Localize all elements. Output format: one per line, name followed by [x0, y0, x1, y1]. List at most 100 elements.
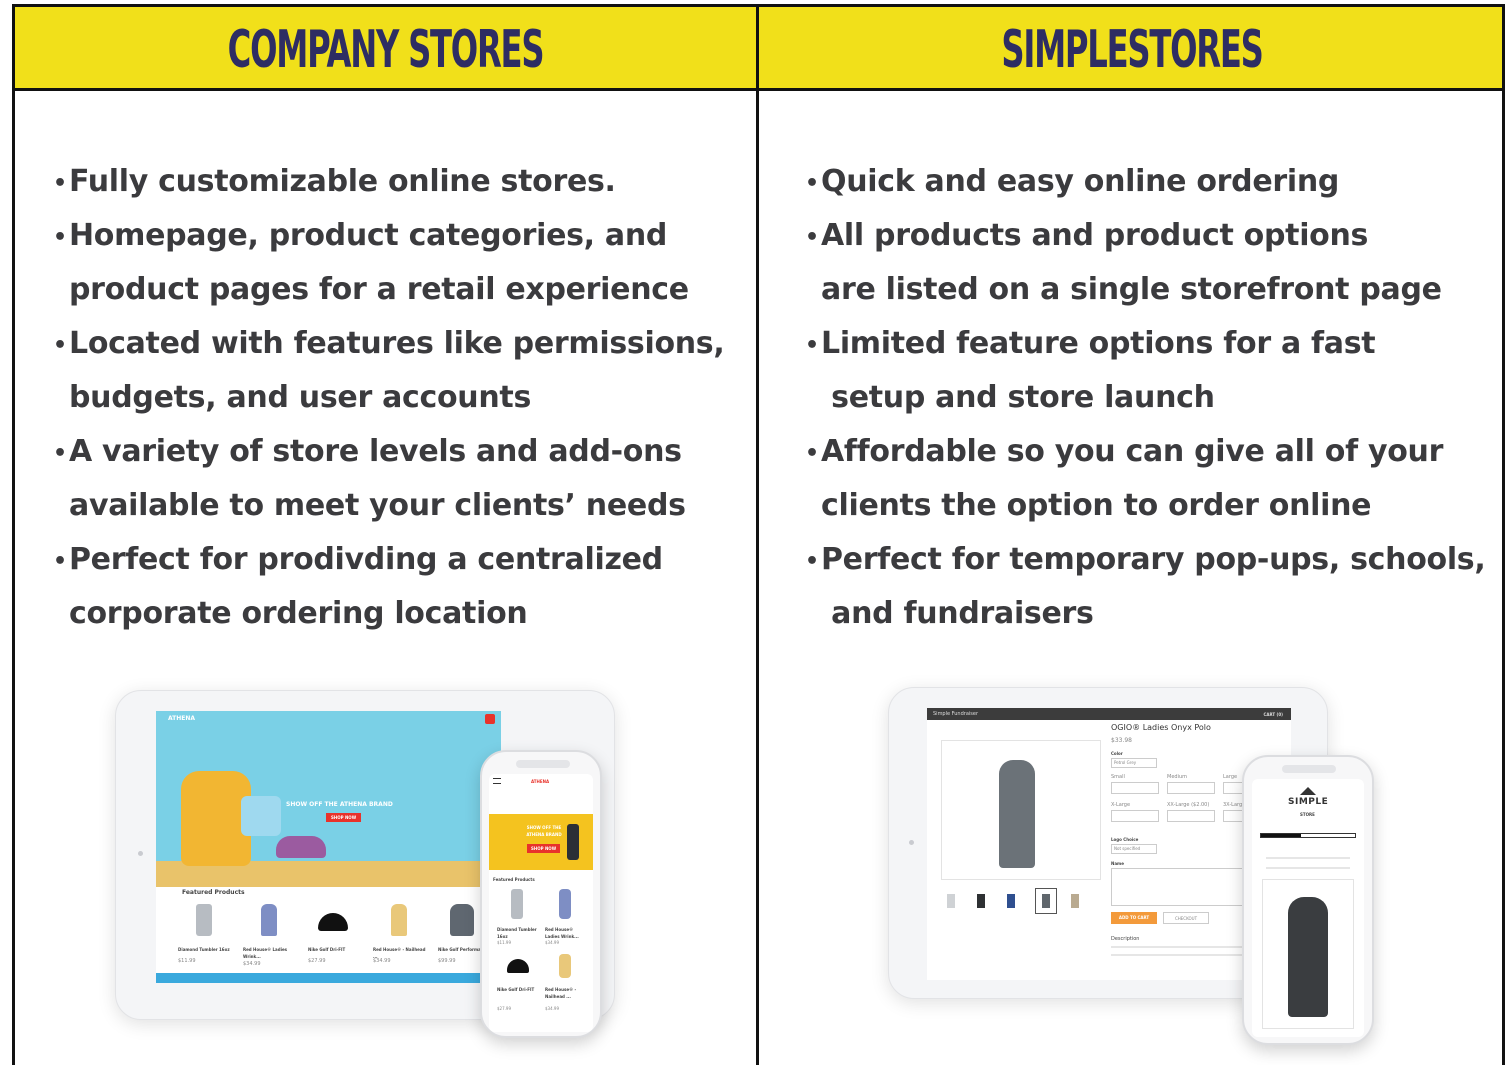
feature-item: • Affordable so you can give all of your	[805, 425, 1505, 479]
size-label: XX-Large ($2.00)	[1167, 802, 1210, 808]
shirt-image	[391, 904, 407, 936]
color-select[interactable]: Petrol Grey	[1111, 758, 1157, 768]
cap-image	[318, 913, 348, 931]
simplestores-title: SIMPLESTORES	[1001, 20, 1264, 80]
size-qty-input[interactable]	[1111, 810, 1159, 822]
simplestore-mockup: Simple Fundraiser CART (0) OGIO® Ladies …	[880, 685, 1400, 1060]
featured-products-label: Featured Products	[182, 889, 245, 896]
info-text-lines	[1266, 857, 1350, 869]
bullet-dot: •	[805, 333, 819, 358]
feature-item-continued: setup and store launch	[805, 371, 1505, 425]
store-nav-bar	[156, 711, 501, 727]
product-name: Red House® Ladies Wrink...	[243, 947, 288, 959]
feature-text: A variety of store levels and add-ons	[69, 434, 682, 469]
search-icon[interactable]	[485, 714, 495, 724]
thumbnail[interactable]	[977, 894, 985, 908]
size-label: Small	[1111, 774, 1125, 780]
feature-item-continued: available to meet your clients’ needs	[53, 479, 743, 533]
tablet-screen: ATHENA SHOW OFF THE ATHENA BRAND SHOP NO…	[156, 711, 501, 983]
thumbnail[interactable]	[1071, 894, 1079, 908]
phone-cap-image	[507, 959, 529, 973]
feature-item: • Quick and easy online ordering	[805, 155, 1505, 209]
size-qty-input[interactable]	[1167, 782, 1215, 794]
phone-notch	[1282, 765, 1336, 773]
cart-link[interactable]: CART (0)	[1264, 711, 1284, 718]
phone-featured-label: Featured Products	[493, 877, 535, 882]
feature-text: and fundraisers	[821, 596, 1094, 631]
size-qty-input[interactable]	[1111, 782, 1159, 794]
tumbler-image	[196, 904, 212, 936]
feature-item-continued: and fundraisers	[805, 587, 1505, 641]
thumbnail[interactable]	[1007, 894, 1015, 908]
feature-item-continued: product pages for a retail experience	[53, 263, 743, 317]
phone-product-name: Diamond Tumbler 16oz	[497, 927, 537, 939]
description-label: Description	[1111, 936, 1140, 942]
bullet-dot: •	[805, 225, 819, 250]
product-name: Nike Golf Performanc	[438, 947, 487, 952]
product-card[interactable]: Diamond Tumbler 16oz $11.99	[176, 901, 238, 971]
phone-shop-button[interactable]: SHOP NOW	[527, 844, 561, 853]
phone-device: SIMPLE STORE	[1242, 755, 1374, 1045]
phone-screen: SIMPLE STORE	[1252, 779, 1364, 1037]
feature-text: available to meet your clients’ needs	[69, 488, 686, 523]
phone-product-price: $34.99	[545, 940, 559, 945]
feature-item: • Located with features like permissions,	[53, 317, 743, 371]
feature-text: Affordable so you can give all of your	[821, 434, 1444, 469]
company-store-mockup: ATHENA SHOW OFF THE ATHENA BRAND SHOP NO…	[100, 690, 640, 1055]
bullet-dot: •	[805, 549, 819, 574]
feature-text: budgets, and user accounts	[69, 380, 532, 415]
feature-item: • Limited feature options for a fast	[805, 317, 1505, 371]
thumbnail[interactable]	[1042, 894, 1050, 908]
model-image	[999, 760, 1035, 868]
bullet-dot: •	[53, 549, 67, 574]
logo-choice-select[interactable]: Not specified	[1111, 844, 1157, 854]
phone-bottle-image	[567, 824, 579, 860]
phone-brand-logo: ATHENA	[531, 779, 550, 784]
bullet-dot: •	[53, 225, 67, 250]
store-header-bar	[927, 708, 1291, 720]
company-stores-features: • Fully customizable online stores. • Home…	[53, 155, 743, 641]
hero-headline: SHOW OFF THE ATHENA BRAND	[286, 801, 393, 808]
phone-store-logo-sub: STORE	[1300, 812, 1315, 817]
bullet-dot: •	[53, 333, 67, 358]
shirt-image	[261, 904, 277, 936]
checkout-button[interactable]: CHECKOUT	[1163, 912, 1209, 924]
bullet-dot: •	[53, 171, 67, 196]
product-card[interactable]: Red House® Ladies Wrink... $34.99	[241, 901, 303, 971]
feature-item-continued: budgets, and user accounts	[53, 371, 743, 425]
feature-text: All products and product options	[821, 218, 1369, 253]
hero-shop-button[interactable]: SHOP NOW	[326, 813, 362, 822]
add-to-cart-button[interactable]: ADD TO CART	[1111, 912, 1157, 924]
feature-item: • Homepage, product categories, and	[53, 209, 743, 263]
size-label: Medium	[1167, 774, 1187, 780]
simplestores-features: • Quick and easy online ordering • All pro…	[805, 155, 1505, 641]
tablet-screen: Simple Fundraiser CART (0) OGIO® Ladies …	[927, 708, 1291, 980]
feature-item: • All products and product options	[805, 209, 1505, 263]
feature-text: clients the option to order online	[821, 488, 1372, 523]
feature-text: Homepage, product categories, and	[69, 218, 668, 253]
feature-text: Quick and easy online ordering	[821, 164, 1340, 199]
bullet-dot: •	[805, 441, 819, 466]
product-card[interactable]: Nike Golf Dri-FIT $27.99	[306, 901, 368, 971]
product-price: $11.99	[178, 958, 196, 964]
size-qty-input[interactable]	[1167, 810, 1215, 822]
bullet-dot: •	[805, 171, 819, 196]
bullet-dot: •	[53, 441, 67, 466]
feature-text: Located with features like permissions,	[69, 326, 725, 361]
store-name: Simple Fundraiser	[933, 711, 979, 717]
product-price: $34.99	[373, 958, 391, 964]
product-card[interactable]: Red House® - Nailhead ... $34.99	[371, 901, 433, 971]
menu-icon[interactable]	[493, 778, 501, 784]
feature-item: • Fully customizable online stores.	[53, 155, 743, 209]
thumbnail[interactable]	[947, 894, 955, 908]
shoe-image	[276, 836, 326, 858]
feature-text: Fully customizable online stores.	[69, 164, 616, 199]
bag-image	[450, 904, 474, 936]
store-brand-logo: ATHENA	[168, 715, 196, 722]
name-label: Name	[1111, 861, 1124, 866]
phone-shirt2-image	[559, 954, 571, 978]
product-price: $99.99	[438, 958, 456, 964]
thumbnail-row	[947, 888, 1107, 914]
feature-item: • Perfect for temporary pop-ups, schools,	[805, 533, 1505, 587]
feature-text: Limited feature options for a fast	[821, 326, 1376, 361]
